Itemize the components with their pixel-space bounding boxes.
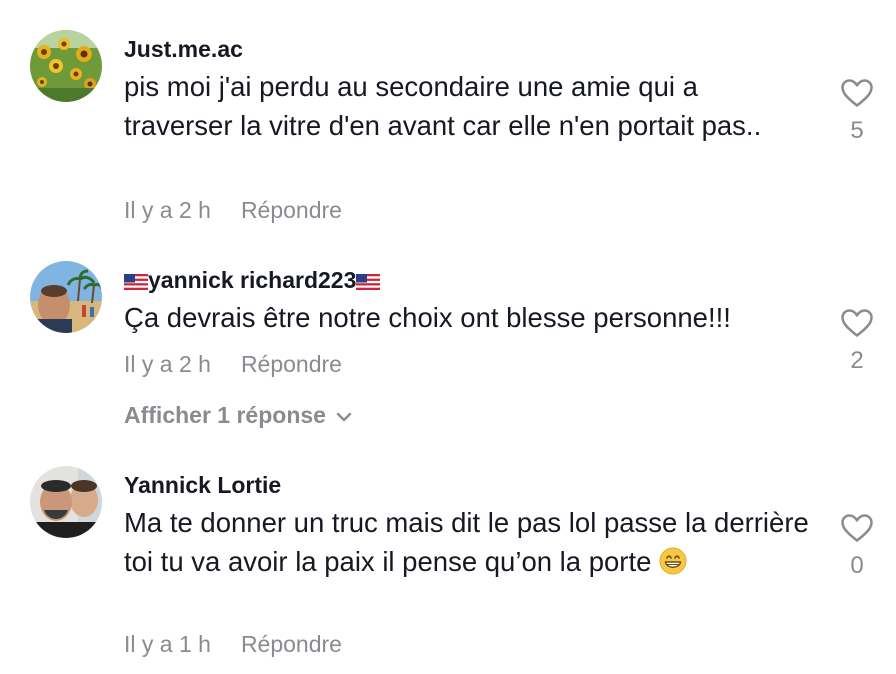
grinning-face-emoji-icon (659, 547, 687, 574)
us-flag-icon (124, 273, 148, 290)
sunflower-avatar-icon (30, 30, 102, 102)
like-count: 5 (850, 117, 864, 144)
comment-time: Il y a 1 h (124, 631, 211, 657)
comment-text-body: Ma te donner un truc mais dit le pas lol… (124, 507, 809, 577)
comment-meta: Il y a 1 h Répondre (124, 630, 342, 658)
reply-button[interactable]: Répondre (241, 631, 342, 657)
comment-username[interactable]: Yannick Lortie (124, 471, 281, 499)
username-label: yannick richard223 (148, 267, 357, 293)
like-count: 0 (850, 552, 864, 579)
like-button[interactable]: 5 (832, 78, 882, 146)
heart-icon (841, 514, 873, 542)
beach-selfie-avatar-icon (30, 261, 102, 333)
comment-meta: Il y a 2 h Répondre (124, 196, 342, 224)
like-button[interactable]: 2 (832, 308, 882, 376)
comment-text: Ma te donner un truc mais dit le pas lol… (124, 504, 814, 581)
comment-text: pis moi j'ai perdu au secondaire une ami… (124, 71, 762, 141)
avatar[interactable] (30, 261, 102, 333)
heart-icon (841, 79, 873, 107)
comment-username[interactable]: Just.me.ac (124, 35, 243, 63)
chevron-down-icon (336, 412, 352, 422)
heart-icon (841, 309, 873, 337)
reply-button[interactable]: Répondre (241, 351, 342, 377)
comment-time: Il y a 2 h (124, 197, 211, 223)
comment-username[interactable]: yannick richard223 (124, 266, 381, 294)
comment-text: Ça devrais être notre choix ont blesse p… (124, 302, 731, 333)
like-button[interactable]: 0 (832, 513, 882, 581)
reply-button[interactable]: Répondre (241, 197, 342, 223)
us-flag-icon (356, 273, 381, 290)
view-replies-label: Afficher 1 réponse (124, 402, 326, 428)
avatar[interactable] (30, 30, 102, 102)
avatar[interactable] (30, 466, 102, 538)
comment-meta: Il y a 2 h Répondre (124, 350, 342, 378)
couple-selfie-avatar-icon (30, 466, 102, 538)
comment-time: Il y a 2 h (124, 351, 211, 377)
view-replies-button[interactable]: Afficher 1 réponse (124, 401, 352, 429)
like-count: 2 (850, 347, 864, 374)
